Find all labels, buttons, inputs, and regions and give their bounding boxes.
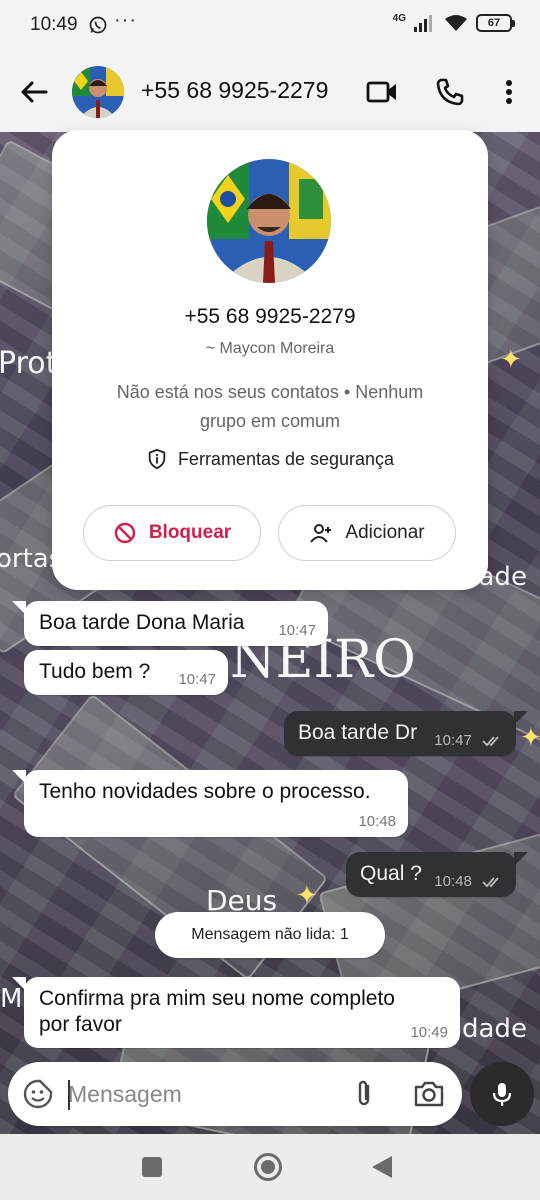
message-bubble[interactable]: Qual ? 10:48	[346, 852, 516, 897]
message-time: 10:48	[434, 873, 472, 890]
message-text: Confirma pra mim seu nome completo por f…	[39, 987, 395, 1036]
message-text: Boa tarde Dona Maria	[39, 611, 245, 634]
voice-message-button[interactable]	[470, 1062, 534, 1126]
wallpaper-text: dade	[462, 1014, 527, 1044]
message-composer	[8, 1062, 462, 1126]
message-text: Tudo bem ?	[39, 660, 151, 683]
more-options-icon[interactable]	[497, 76, 521, 108]
back-arrow-icon[interactable]	[18, 76, 50, 108]
message-time: 10:49	[410, 1024, 448, 1041]
wallpaper-text: Prot	[0, 346, 58, 381]
contact-avatar[interactable]	[72, 66, 124, 118]
wifi-icon	[445, 15, 467, 31]
read-checks-icon	[482, 877, 499, 888]
message-bubble[interactable]: Tudo bem ? 10:47	[24, 650, 228, 695]
message-time: 10:47	[434, 732, 472, 749]
sparkle-icon: ✦	[520, 722, 540, 752]
message-text: Qual ?	[360, 862, 422, 885]
unread-messages-divider: Mensagem não lida: 1	[155, 912, 385, 958]
unread-divider-label: Mensagem não lida: 1	[191, 926, 349, 943]
contact-profile-photo[interactable]	[207, 159, 331, 283]
shield-info-icon	[148, 448, 166, 470]
network-type: 4G	[392, 12, 406, 24]
message-text: Tenho novidades sobre o processo.	[39, 780, 371, 803]
block-button[interactable]: Bloquear	[83, 505, 261, 561]
safety-tools-label: Ferramentas de segurança	[177, 448, 395, 469]
bubble-tail	[514, 711, 528, 725]
safety-tools-link[interactable]: Ferramentas de segurança	[52, 448, 488, 470]
signal-icon	[414, 15, 432, 32]
message-bubble[interactable]: Boa tarde Dona Maria 10:47	[24, 601, 328, 646]
chat-title[interactable]: +55 68 9925-2279	[141, 77, 328, 104]
sparkle-icon: ✦	[500, 344, 522, 374]
attach-paperclip-icon[interactable]	[348, 1078, 380, 1110]
status-bar: 10:49 ··· 4G 67	[0, 0, 540, 52]
unknown-contact-card: +55 68 9925-2279 ~ Maycon Moreira Não es…	[52, 130, 488, 590]
message-time-status: 10:48	[434, 873, 504, 890]
more-notifications-icon: ···	[114, 9, 137, 31]
add-person-icon	[310, 524, 332, 543]
whatsapp-icon	[89, 16, 107, 34]
sparkle-icon: ✦	[296, 880, 318, 910]
system-navigation-bar	[0, 1134, 540, 1200]
block-button-label: Bloquear	[148, 522, 232, 543]
read-checks-icon	[482, 736, 499, 747]
contact-context-info: Não está nos seus contatos • Nenhum grup…	[116, 382, 424, 431]
message-time: 10:48	[358, 813, 396, 830]
contact-push-name: ~ Maycon Moreira	[205, 340, 335, 357]
back-button[interactable]	[372, 1156, 392, 1178]
recent-apps-button[interactable]	[142, 1157, 162, 1177]
chat-header: +55 68 9925-2279	[0, 52, 540, 132]
block-icon	[114, 522, 136, 544]
battery-level: 67	[487, 17, 501, 29]
voice-call-icon[interactable]	[434, 76, 466, 108]
message-bubble[interactable]: Confirma pra mim seu nome completo por f…	[24, 977, 460, 1048]
message-time: 10:47	[278, 622, 316, 639]
contact-phone-number: +55 68 9925-2279	[184, 305, 356, 328]
message-bubble[interactable]: Boa tarde Dr 10:47	[284, 711, 516, 756]
message-text: Boa tarde Dr	[298, 721, 418, 744]
status-time: 10:49	[30, 14, 78, 35]
status-indicators: 4G 67	[392, 12, 515, 32]
sticker-emoji-icon[interactable]	[22, 1078, 54, 1110]
video-call-icon[interactable]	[366, 78, 398, 106]
add-contact-button[interactable]: Adicionar	[278, 505, 456, 561]
message-input[interactable]	[68, 1074, 318, 1114]
message-time: 10:47	[178, 671, 216, 688]
microphone-icon	[492, 1083, 512, 1106]
camera-icon[interactable]	[412, 1078, 446, 1110]
battery-icon: 67	[476, 14, 515, 32]
add-contact-label: Adicionar	[345, 522, 425, 543]
message-time-status: 10:47	[434, 732, 504, 749]
bubble-tail	[514, 852, 528, 866]
message-bubble[interactable]: Tenho novidades sobre o processo. 10:48	[24, 770, 408, 837]
home-button[interactable]	[254, 1153, 282, 1181]
